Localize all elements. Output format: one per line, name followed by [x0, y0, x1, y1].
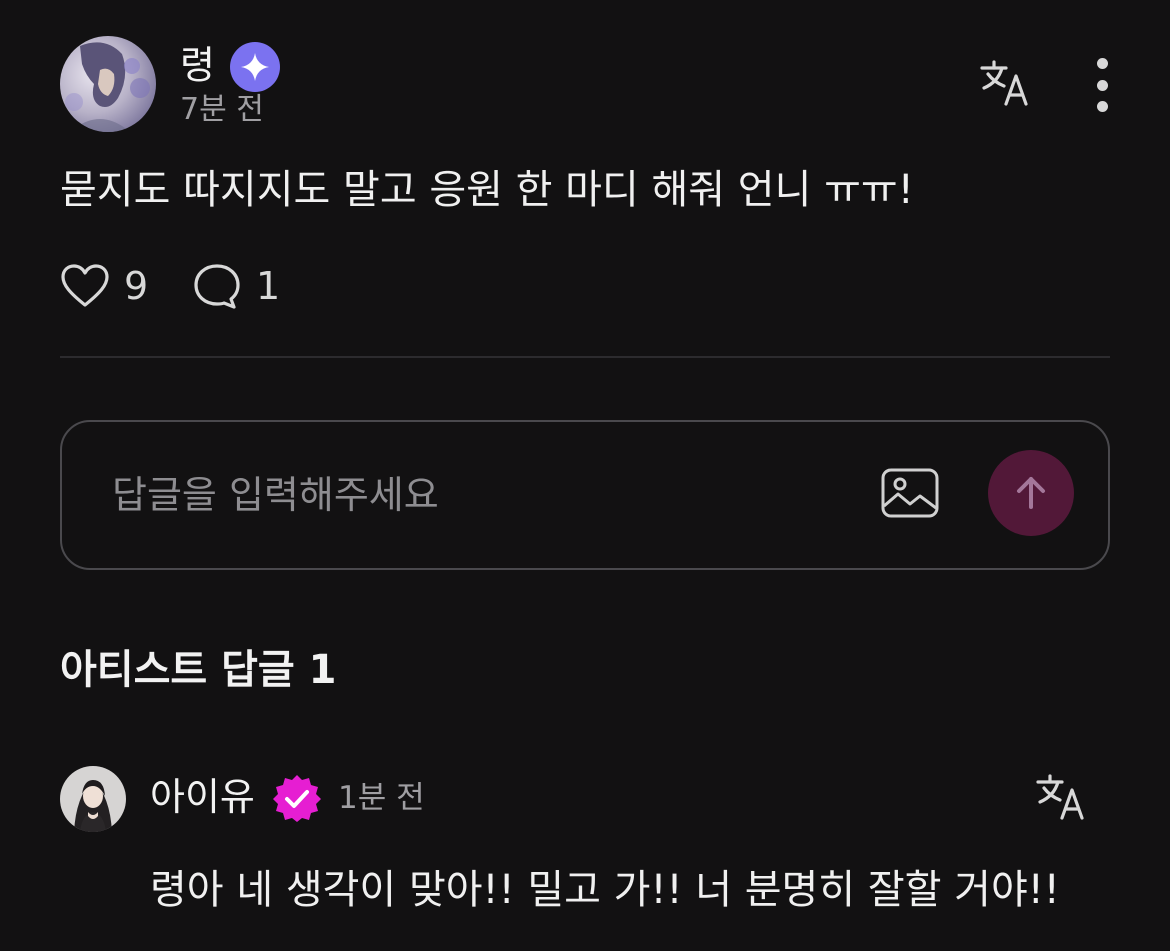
send-button[interactable]	[988, 450, 1074, 536]
reply-timestamp: 1분 전	[338, 780, 425, 816]
more-options-icon[interactable]	[1090, 58, 1114, 112]
post-timestamp: 7분 전	[180, 92, 264, 127]
artist-replies-title: 아티스트 답글 1	[60, 647, 337, 693]
more-dot	[1096, 58, 1108, 69]
post-detail-page: 령 7분 전 묻지도 따지지도 말고 응원 한 마디 해줘 언니 ㅠㅠ! 9 1…	[0, 0, 1170, 951]
more-dot	[1096, 101, 1108, 112]
artist-avatar[interactable]	[60, 766, 126, 832]
translate-icon[interactable]	[978, 56, 1034, 112]
star-badge-icon	[230, 42, 280, 92]
heart-icon	[61, 264, 109, 307]
post-body-text: 묻지도 따지지도 말고 응원 한 마디 해줘 언니 ㅠㅠ!	[60, 167, 914, 213]
author-avatar[interactable]	[60, 36, 156, 132]
divider	[60, 356, 1110, 358]
comment-icon	[194, 264, 240, 309]
arrow-up-icon	[1017, 477, 1045, 509]
like-button[interactable]: 9	[60, 262, 148, 310]
artist-name[interactable]: 아이유	[150, 772, 255, 822]
author-name[interactable]: 령	[180, 42, 215, 88]
verified-icon	[272, 774, 322, 824]
image-icon[interactable]	[880, 466, 940, 522]
comment-button[interactable]: 1	[192, 262, 280, 310]
translate-icon[interactable]	[1034, 770, 1090, 826]
like-count: 9	[124, 264, 149, 308]
more-dot	[1096, 79, 1108, 91]
comment-count: 1	[256, 264, 281, 308]
reply-body-text: 령아 네 생각이 맞아!! 밀고 가!! 너 분명히 잘할 거야!!	[150, 867, 1060, 913]
reply-composer	[60, 420, 1110, 570]
reply-input[interactable]	[112, 460, 852, 530]
